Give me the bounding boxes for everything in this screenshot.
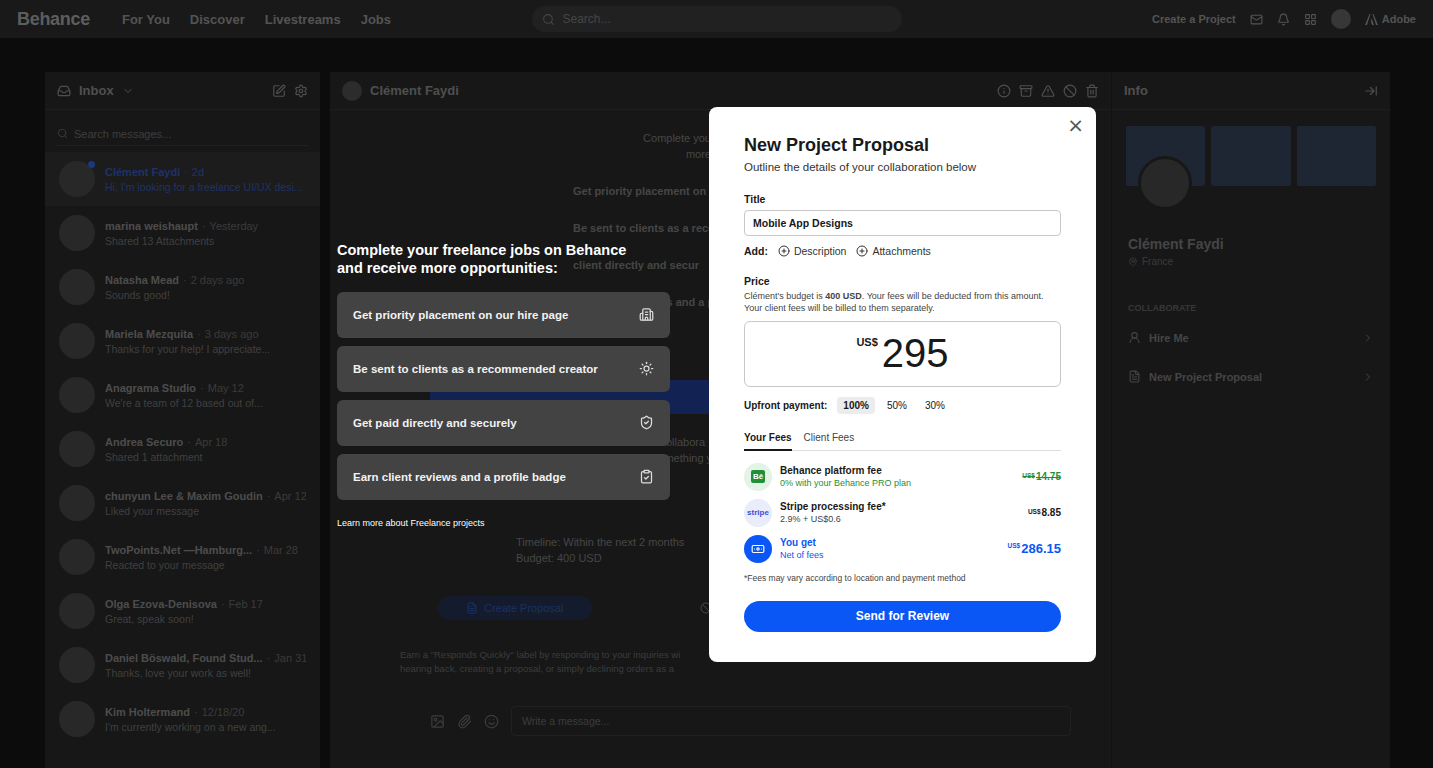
promo-item: Be sent to clients as a recommended crea… (337, 346, 670, 392)
fee-amount: US$286.15 (1008, 541, 1061, 556)
fee-note: Net of fees (780, 550, 1000, 560)
benefit-icon (639, 469, 654, 484)
promo-item: Get priority placement on our hire page (337, 292, 670, 338)
modal-subtitle: Outline the details of your collaboratio… (744, 161, 1061, 173)
fee-tab[interactable]: Client Fees (804, 432, 855, 451)
budget-note: Clément's budget is 400 USD. Your fees w… (744, 290, 1061, 314)
fee-currency: US$ (1022, 472, 1035, 479)
fee-value: 14.75 (1036, 471, 1061, 482)
fee-footnote: *Fees may vary according to location and… (744, 573, 1061, 583)
benefit-icon (639, 415, 654, 430)
fee-text: Behance platform fee 0% with your Behance… (780, 465, 1014, 488)
benefit-icon (639, 307, 654, 322)
fee-value: 286.15 (1021, 541, 1061, 556)
fee-tab[interactable]: Your Fees (744, 432, 792, 451)
promo-list: Get priority placement on our hire page B… (337, 292, 670, 500)
fee-text: Stripe processing fee* 2.9% + US$0.6 (780, 501, 1020, 524)
promo-title: Complete your freelance jobs on Behance … (337, 241, 670, 277)
fee-badge (744, 535, 772, 563)
add-row: Add: Description Attachments (744, 245, 1061, 257)
learn-more-link[interactable]: Learn more about Freelance projects (337, 518, 670, 528)
plus-circle-icon (856, 245, 868, 257)
promo-item: Get paid directly and securely (337, 400, 670, 446)
upfront-row: Upfront payment: 100% 50% 30% (744, 397, 1061, 414)
fee-note: 0% with your Behance PRO plan (780, 478, 1014, 488)
add-option[interactable]: Description (778, 245, 847, 257)
fee-note: 2.9% + US$0.6 (780, 514, 1020, 524)
fee-row: stripe Stripe processing fee* 2.9% + US$0.… (744, 499, 1061, 527)
budget-note-part: Clément's budget is (744, 291, 825, 301)
modal-title: New Project Proposal (744, 135, 1061, 156)
fee-badge: stripe (744, 499, 772, 527)
fee-currency: US$ (1028, 508, 1041, 515)
add-option[interactable]: Attachments (856, 245, 930, 257)
fee-amount: US$8.85 (1028, 507, 1061, 518)
price-currency: US$ (856, 336, 877, 348)
promo-item-label: Be sent to clients as a recommended crea… (353, 363, 598, 375)
promo-item-label: Earn client reviews and a profile badge (353, 471, 566, 483)
price-input[interactable]: US$ 295 (744, 321, 1061, 387)
upfront-option[interactable]: 30% (919, 397, 951, 414)
price-label: Price (744, 275, 1061, 287)
price-value: 295 (882, 331, 949, 376)
fee-name: You get (780, 537, 1000, 548)
promo-item-label: Get priority placement on our hire page (353, 309, 568, 321)
proposal-modal: ×New Project Proposal Outline the details… (709, 107, 1096, 662)
behance-badge-icon: Bē (751, 470, 765, 483)
fee-name: Behance platform fee (780, 465, 1014, 476)
budget-note-part: 400 USD (825, 291, 862, 301)
fee-tabs: Your Fees Client Fees (744, 432, 1061, 451)
fee-amount: US$14.75 (1022, 471, 1061, 482)
upfront-option[interactable]: 50% (881, 397, 913, 414)
title-input[interactable]: Mobile App Designs (744, 210, 1061, 236)
fee-currency: US$ (1008, 542, 1021, 549)
send-for-review-button[interactable]: Send for Review (744, 601, 1061, 632)
benefit-icon (639, 361, 654, 376)
freelance-promo: Complete your freelance jobs on Behance … (337, 241, 670, 528)
promo-item: Earn client reviews and a profile badge (337, 454, 670, 500)
fee-list: Bē Behance platform fee 0% with your Behan… (744, 463, 1061, 563)
stripe-badge-icon: stripe (747, 508, 769, 517)
fee-text: You get Net of fees (780, 537, 1000, 560)
fee-badge: Bē (744, 463, 772, 491)
upfront-label: Upfront payment: (744, 400, 827, 411)
modal-overlay: Complete your freelance jobs on Behance … (0, 0, 1433, 768)
fee-row: You get Net of fees US$286.15 (744, 535, 1061, 563)
fee-row: Bē Behance platform fee 0% with your Behan… (744, 463, 1061, 491)
plus-circle-icon (778, 245, 790, 257)
promo-item-label: Get paid directly and securely (353, 417, 517, 429)
page: BehanceFor YouDiscoverLivestreamsJobsSea… (0, 0, 1433, 768)
upfront-option[interactable]: 100% (837, 397, 875, 414)
title-label: Title (744, 193, 1061, 205)
fee-value: 8.85 (1042, 507, 1061, 518)
fee-name: Stripe processing fee* (780, 501, 1020, 512)
close-button[interactable]: × (1063, 111, 1088, 139)
add-label: Add: (744, 245, 768, 257)
money-icon (751, 542, 765, 556)
